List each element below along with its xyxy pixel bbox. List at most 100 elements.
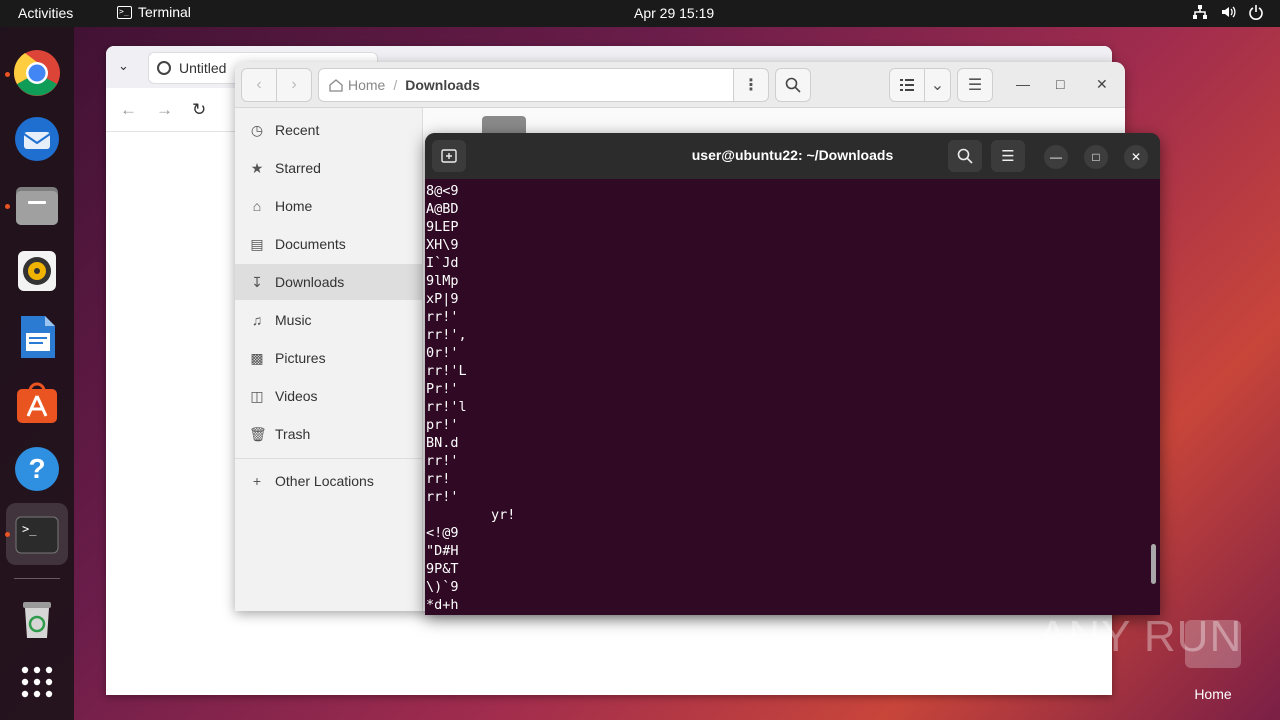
sidebar-item-label: Pictures	[275, 350, 326, 366]
path-home-label: Home	[348, 77, 386, 93]
browser-tab-title: Untitled	[179, 60, 227, 76]
terminal-window[interactable]: user@ubuntu22: ~/Downloads ☰ — □ ✕ 8@<9 …	[425, 133, 1160, 615]
home-icon	[329, 79, 343, 92]
running-indicator	[5, 532, 10, 537]
close-button[interactable]: ✕	[1096, 76, 1108, 93]
terminal-maximize-button[interactable]: □	[1084, 145, 1108, 169]
terminal-line: rr!'	[426, 489, 459, 505]
forward-button[interactable]: ›	[276, 68, 312, 102]
thunderbird-icon	[15, 117, 59, 161]
sidebar-item-downloads[interactable]: ↧ Downloads	[235, 264, 423, 300]
home-folder-icon	[1185, 620, 1241, 668]
path-menu-button[interactable]: ⋮	[733, 68, 769, 102]
trash-icon	[23, 602, 51, 638]
rhythmbox-icon	[18, 251, 56, 291]
sidebar-item-videos[interactable]: ◫ Videos	[235, 378, 423, 414]
video-icon: ◫	[250, 387, 264, 404]
dock-item-rhythmbox[interactable]	[13, 247, 61, 295]
download-icon: ↧	[251, 273, 263, 290]
tab-list-dropdown[interactable]: ⌄	[118, 58, 129, 74]
terminal-line: I`Jd	[426, 255, 459, 271]
sidebar-item-home[interactable]: ⌂ Home	[235, 188, 423, 224]
dock-item-chrome[interactable]	[13, 49, 61, 97]
terminal-scrollbar[interactable]	[1151, 544, 1156, 584]
terminal-line: A@BD	[426, 201, 459, 217]
sidebar-item-label: Downloads	[275, 274, 345, 290]
dock-item-files[interactable]	[13, 181, 61, 229]
dock-item-show-apps[interactable]	[13, 658, 61, 706]
terminal-line: rr!'	[426, 453, 459, 469]
terminal-line: BN.d	[426, 435, 459, 451]
terminal-titlebar: user@ubuntu22: ~/Downloads ☰ — □ ✕	[425, 133, 1160, 179]
main-menu-button[interactable]: ☰	[957, 68, 993, 102]
forward-icon[interactable]: →	[156, 100, 173, 120]
terminal-line: \)`9	[426, 579, 459, 595]
volume-icon	[1222, 6, 1236, 18]
sidebar-item-documents[interactable]: ▤ Documents	[235, 226, 423, 262]
dock-item-writer[interactable]	[13, 313, 61, 361]
terminal-line: xP|9	[426, 291, 459, 307]
terminal-close-button[interactable]: ✕	[1124, 145, 1148, 169]
dock-item-terminal[interactable]: >_	[13, 511, 61, 559]
terminal-menu-button[interactable]: ☰	[991, 140, 1025, 172]
terminal-icon: >_	[117, 5, 132, 19]
document-icon: ▤	[250, 235, 264, 252]
desktop-home-folder[interactable]: Home	[1183, 620, 1243, 702]
terminal-line: 8@<9	[426, 183, 459, 199]
running-indicator	[5, 204, 10, 209]
globe-icon	[157, 61, 171, 75]
network-icon	[1193, 5, 1207, 19]
terminal-line: rr!'l	[426, 399, 467, 415]
dock-item-thunderbird[interactable]	[13, 115, 61, 163]
minimize-button[interactable]: —	[1016, 76, 1030, 92]
terminal-line: 9lMp	[426, 273, 459, 289]
reload-icon[interactable]: ↻	[192, 100, 206, 120]
view-options-dropdown[interactable]: ⌄	[924, 68, 951, 102]
sidebar-item-pictures[interactable]: ▩ Pictures	[235, 340, 423, 376]
dock-item-trash[interactable]	[13, 594, 61, 642]
system-tray[interactable]	[1192, 4, 1264, 20]
path-home-crumb[interactable]: Home	[329, 77, 385, 93]
dock-item-help[interactable]: ?	[13, 445, 61, 493]
sidebar-item-label: Starred	[275, 160, 321, 176]
terminal-search-button[interactable]	[948, 140, 982, 172]
path-current[interactable]: Downloads	[405, 77, 480, 93]
terminal-line: Pr!'	[426, 381, 459, 397]
sidebar-item-label: Recent	[275, 122, 320, 138]
back-button[interactable]: ‹	[241, 68, 277, 102]
dock-item-app-center[interactable]	[13, 379, 61, 427]
app-center-icon	[17, 382, 57, 423]
app-menu[interactable]: >_ Terminal	[117, 4, 191, 20]
home-icon: ⌂	[252, 198, 262, 214]
sidebar-item-recent[interactable]: ◷ Recent	[235, 112, 423, 148]
terminal-line: "D#H	[426, 543, 459, 559]
sidebar-item-starred[interactable]: ★ Starred	[235, 150, 423, 186]
terminal-line: rr!'	[426, 309, 459, 325]
search-button[interactable]	[775, 68, 811, 102]
hamburger-icon: ☰	[967, 77, 983, 94]
clock[interactable]: Apr 29 15:19	[634, 5, 714, 21]
back-icon[interactable]: ←	[120, 100, 137, 120]
svg-text:?: ?	[28, 453, 45, 484]
path-bar[interactable]: Home / Downloads	[318, 68, 734, 102]
maximize-button[interactable]: □	[1056, 76, 1064, 92]
sidebar-item-trash[interactable]: 🗑 Trash	[235, 416, 423, 452]
files-sidebar: ◷ Recent ★ Starred ⌂ Home ▤ Documents ↧ …	[235, 108, 423, 611]
sidebar-item-label: Videos	[275, 388, 318, 404]
terminal-line: yr!	[426, 507, 516, 523]
terminal-minimize-button[interactable]: —	[1044, 145, 1068, 169]
hamburger-icon: ☰	[1001, 148, 1015, 165]
sidebar-item-music[interactable]: ♫ Music	[235, 302, 423, 338]
activities-button[interactable]: Activities	[18, 5, 73, 21]
svg-text:>_: >_	[22, 522, 37, 536]
terminal-output[interactable]: 8@<9 A@BD 9LEP XH\9 I`Jd 9lMp xP|9 rr!' …	[426, 182, 1146, 614]
picture-icon: ▩	[250, 349, 264, 366]
terminal-line: pr!'	[426, 417, 459, 433]
plus-icon: +	[252, 473, 262, 489]
writer-icon	[21, 316, 55, 358]
chrome-icon	[13, 50, 60, 96]
sidebar-item-other-locations[interactable]: + Other Locations	[235, 463, 423, 499]
music-icon: ♫	[251, 312, 263, 328]
view-toggle-button[interactable]	[889, 68, 925, 102]
sidebar-item-label: Home	[275, 198, 313, 214]
